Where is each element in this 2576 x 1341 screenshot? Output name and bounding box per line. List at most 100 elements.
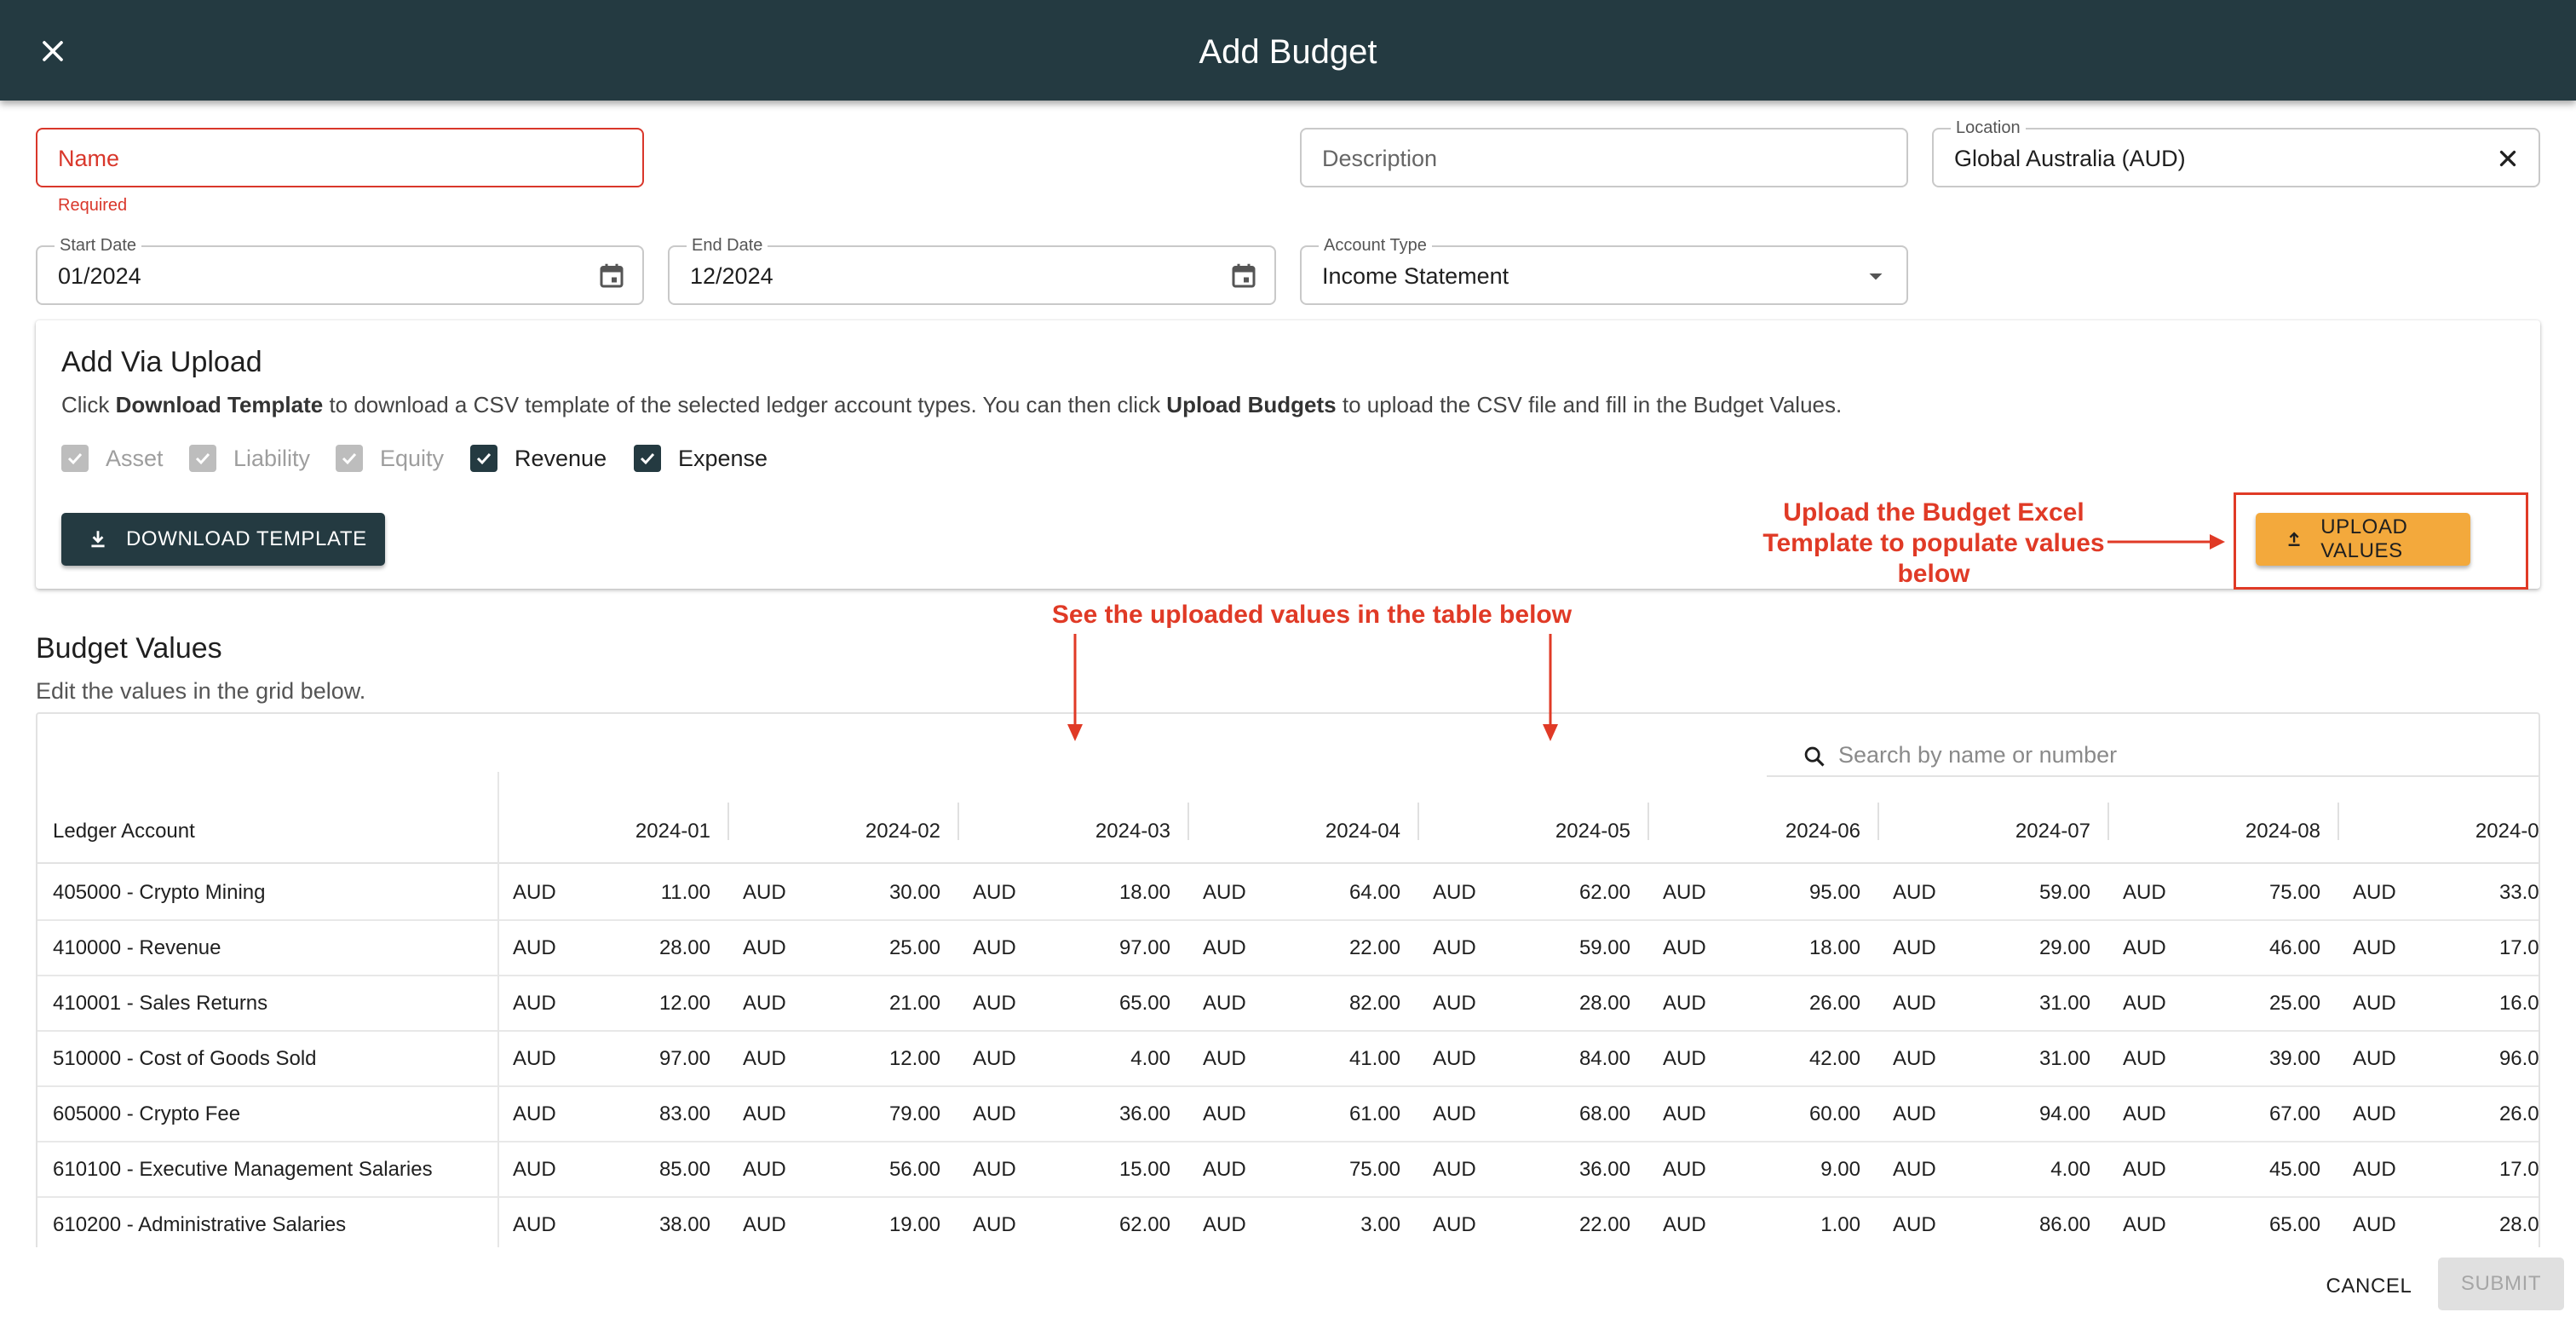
end-date-field[interactable]: End Date 12/2024: [668, 235, 1276, 305]
budget-value-cell[interactable]: 42.00: [1758, 1032, 1860, 1085]
budget-value-cell[interactable]: 65.00: [1068, 976, 1170, 1030]
budget-value-cell[interactable]: 26.00: [2448, 1087, 2539, 1141]
currency-cell[interactable]: AUD: [1893, 921, 1936, 975]
column-header-month[interactable]: 2024-01: [506, 772, 710, 864]
budget-value-cell[interactable]: 39.00: [2218, 1032, 2320, 1085]
checkbox-revenue[interactable]: Revenue: [470, 441, 607, 475]
currency-cell[interactable]: AUD: [1663, 1087, 1706, 1141]
currency-cell[interactable]: AUD: [2353, 1142, 2396, 1196]
calendar-icon[interactable]: [1228, 261, 1259, 291]
currency-cell[interactable]: AUD: [1433, 1087, 1476, 1141]
currency-cell[interactable]: AUD: [513, 921, 556, 975]
currency-cell[interactable]: AUD: [973, 866, 1016, 919]
budget-value-cell[interactable]: 46.00: [2218, 921, 2320, 975]
search-input[interactable]: [1837, 738, 2501, 772]
budget-value-cell[interactable]: 61.00: [1298, 1087, 1400, 1141]
currency-cell[interactable]: AUD: [2353, 976, 2396, 1030]
currency-cell[interactable]: AUD: [513, 1032, 556, 1085]
currency-cell[interactable]: AUD: [2353, 866, 2396, 919]
budget-value-cell[interactable]: 9.00: [1758, 1142, 1860, 1196]
budget-value-cell[interactable]: 59.00: [1528, 921, 1630, 975]
budget-value-cell[interactable]: 29.00: [1988, 921, 2090, 975]
currency-cell[interactable]: AUD: [1433, 976, 1476, 1030]
currency-cell[interactable]: AUD: [1203, 976, 1246, 1030]
budget-value-cell[interactable]: 62.00: [1528, 866, 1630, 919]
budget-value-cell[interactable]: 11.00: [608, 866, 710, 919]
currency-cell[interactable]: AUD: [973, 921, 1016, 975]
currency-cell[interactable]: AUD: [1203, 1032, 1246, 1085]
currency-cell[interactable]: AUD: [973, 1198, 1016, 1247]
dropdown-arrow-icon[interactable]: [1860, 261, 1891, 291]
checkbox-icon[interactable]: [470, 445, 497, 472]
currency-cell[interactable]: AUD: [1203, 1198, 1246, 1247]
budget-value-cell[interactable]: 15.00: [1068, 1142, 1170, 1196]
budget-value-cell[interactable]: 97.00: [608, 1032, 710, 1085]
currency-cell[interactable]: AUD: [513, 1142, 556, 1196]
budget-value-cell[interactable]: 36.00: [1068, 1087, 1170, 1141]
budget-value-cell[interactable]: 94.00: [1988, 1087, 2090, 1141]
budget-value-cell[interactable]: 56.00: [838, 1142, 940, 1196]
budget-value-cell[interactable]: 68.00: [1528, 1087, 1630, 1141]
currency-cell[interactable]: AUD: [2123, 1198, 2166, 1247]
currency-cell[interactable]: AUD: [1663, 866, 1706, 919]
currency-cell[interactable]: AUD: [1893, 976, 1936, 1030]
currency-cell[interactable]: AUD: [973, 1032, 1016, 1085]
currency-cell[interactable]: AUD: [1893, 1087, 1936, 1141]
currency-cell[interactable]: AUD: [973, 1142, 1016, 1196]
budget-value-cell[interactable]: 25.00: [2218, 976, 2320, 1030]
calendar-icon[interactable]: [596, 261, 627, 291]
currency-cell[interactable]: AUD: [1203, 866, 1246, 919]
checkbox-icon[interactable]: [634, 445, 661, 472]
budget-value-cell[interactable]: 28.00: [2448, 1198, 2539, 1247]
budget-value-cell[interactable]: 18.00: [1758, 921, 1860, 975]
budget-value-cell[interactable]: 12.00: [838, 1032, 940, 1085]
currency-cell[interactable]: AUD: [973, 1087, 1016, 1141]
currency-cell[interactable]: AUD: [2353, 921, 2396, 975]
column-header-month[interactable]: 2024-09: [2346, 772, 2539, 864]
name-field[interactable]: Name: [36, 128, 644, 187]
currency-cell[interactable]: AUD: [1893, 1032, 1936, 1085]
budget-value-cell[interactable]: 59.00: [1988, 866, 2090, 919]
currency-cell[interactable]: AUD: [1433, 921, 1476, 975]
budget-value-cell[interactable]: 19.00: [838, 1198, 940, 1247]
budget-value-cell[interactable]: 97.00: [1068, 921, 1170, 975]
download-template-button[interactable]: DOWNLOAD TEMPLATE: [61, 513, 385, 566]
budget-value-cell[interactable]: 3.00: [1298, 1198, 1400, 1247]
currency-cell[interactable]: AUD: [1203, 1087, 1246, 1141]
location-field[interactable]: Location Global Australia (AUD): [1932, 118, 2540, 187]
column-header-month[interactable]: 2024-02: [736, 772, 940, 864]
budget-value-cell[interactable]: 28.00: [1528, 976, 1630, 1030]
currency-cell[interactable]: AUD: [2123, 921, 2166, 975]
currency-cell[interactable]: AUD: [2353, 1198, 2396, 1247]
column-header-month[interactable]: 2024-05: [1426, 772, 1630, 864]
currency-cell[interactable]: AUD: [2353, 1032, 2396, 1085]
currency-cell[interactable]: AUD: [1203, 1142, 1246, 1196]
currency-cell[interactable]: AUD: [743, 1087, 786, 1141]
currency-cell[interactable]: AUD: [513, 1198, 556, 1247]
currency-cell[interactable]: AUD: [1433, 1198, 1476, 1247]
budget-value-cell[interactable]: 21.00: [838, 976, 940, 1030]
currency-cell[interactable]: AUD: [1433, 1032, 1476, 1085]
budget-value-cell[interactable]: 83.00: [608, 1087, 710, 1141]
currency-cell[interactable]: AUD: [743, 921, 786, 975]
column-header-ledger-account[interactable]: Ledger Account: [53, 772, 195, 864]
budget-value-cell[interactable]: 82.00: [1298, 976, 1400, 1030]
clear-icon[interactable]: [2493, 143, 2523, 174]
currency-cell[interactable]: AUD: [1893, 866, 1936, 919]
budget-value-cell[interactable]: 75.00: [2218, 866, 2320, 919]
budget-value-cell[interactable]: 33.00: [2448, 866, 2539, 919]
budget-value-cell[interactable]: 4.00: [1068, 1032, 1170, 1085]
column-header-month[interactable]: 2024-08: [2116, 772, 2320, 864]
currency-cell[interactable]: AUD: [513, 866, 556, 919]
currency-cell[interactable]: AUD: [513, 1087, 556, 1141]
currency-cell[interactable]: AUD: [1433, 866, 1476, 919]
currency-cell[interactable]: AUD: [2123, 1087, 2166, 1141]
currency-cell[interactable]: AUD: [2123, 976, 2166, 1030]
budget-value-cell[interactable]: 96.00: [2448, 1032, 2539, 1085]
currency-cell[interactable]: AUD: [743, 1032, 786, 1085]
budget-value-cell[interactable]: 4.00: [1988, 1142, 2090, 1196]
currency-cell[interactable]: AUD: [2353, 1087, 2396, 1141]
budget-value-cell[interactable]: 17.00: [2448, 921, 2539, 975]
budget-value-cell[interactable]: 18.00: [1068, 866, 1170, 919]
currency-cell[interactable]: AUD: [2123, 1032, 2166, 1085]
